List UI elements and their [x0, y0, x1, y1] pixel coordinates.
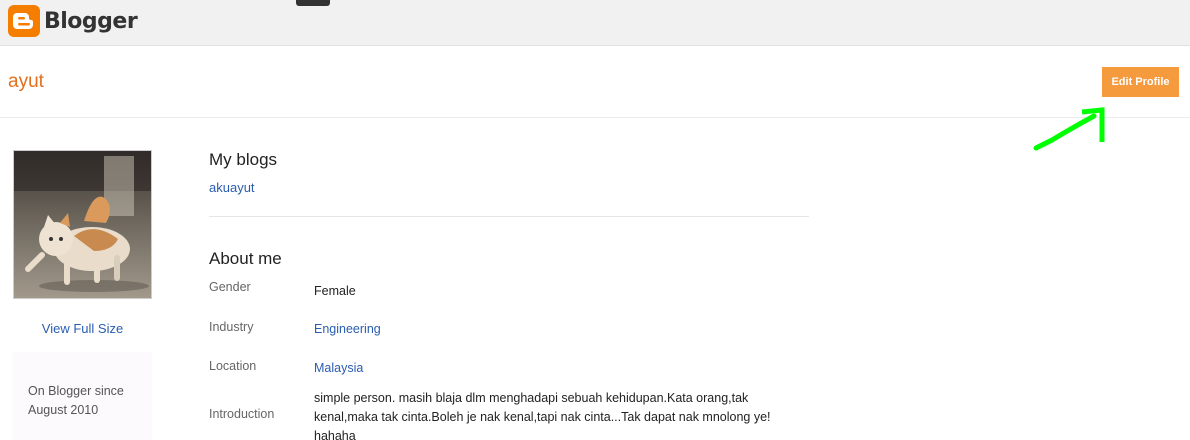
gender-label: Gender	[209, 280, 251, 294]
green-arrow-annotation	[1033, 107, 1105, 151]
cat-photo	[14, 151, 151, 298]
gender-value: Female	[314, 284, 356, 298]
member-since-date: August 2010	[28, 403, 99, 417]
industry-label: Industry	[209, 320, 254, 334]
my-blogs-title: My blogs	[209, 150, 278, 169]
about-me-title: About me	[209, 249, 282, 268]
profile-header: ayut Edit Profile	[0, 47, 1190, 118]
my-blogs-section: My blogs akuayut	[209, 150, 809, 197]
edit-profile-button[interactable]: Edit Profile	[1102, 67, 1179, 97]
top-bar: Blogger	[0, 0, 1190, 46]
member-since-box: On Blogger since August 2010	[13, 352, 152, 440]
profile-name: ayut	[8, 71, 44, 92]
introduction-value: simple person. masih blaja dlm menghadap…	[314, 391, 771, 440]
avatar[interactable]	[13, 150, 152, 299]
blogger-logo[interactable]: Blogger	[8, 5, 138, 37]
location-label: Location	[209, 359, 257, 373]
view-full-size-link[interactable]: View Full Size	[13, 321, 152, 336]
blogger-logo-icon	[8, 5, 40, 37]
industry-link[interactable]: Engineering	[314, 320, 809, 339]
member-since-label: On Blogger since	[28, 384, 124, 398]
top-widget-tab[interactable]	[296, 0, 330, 6]
section-divider	[209, 216, 809, 217]
location-link[interactable]: Malaysia	[314, 359, 809, 378]
blog-link-akuayut[interactable]: akuayut	[209, 180, 255, 195]
blogger-wordmark: Blogger	[44, 8, 138, 34]
introduction-label: Introduction	[209, 407, 275, 421]
